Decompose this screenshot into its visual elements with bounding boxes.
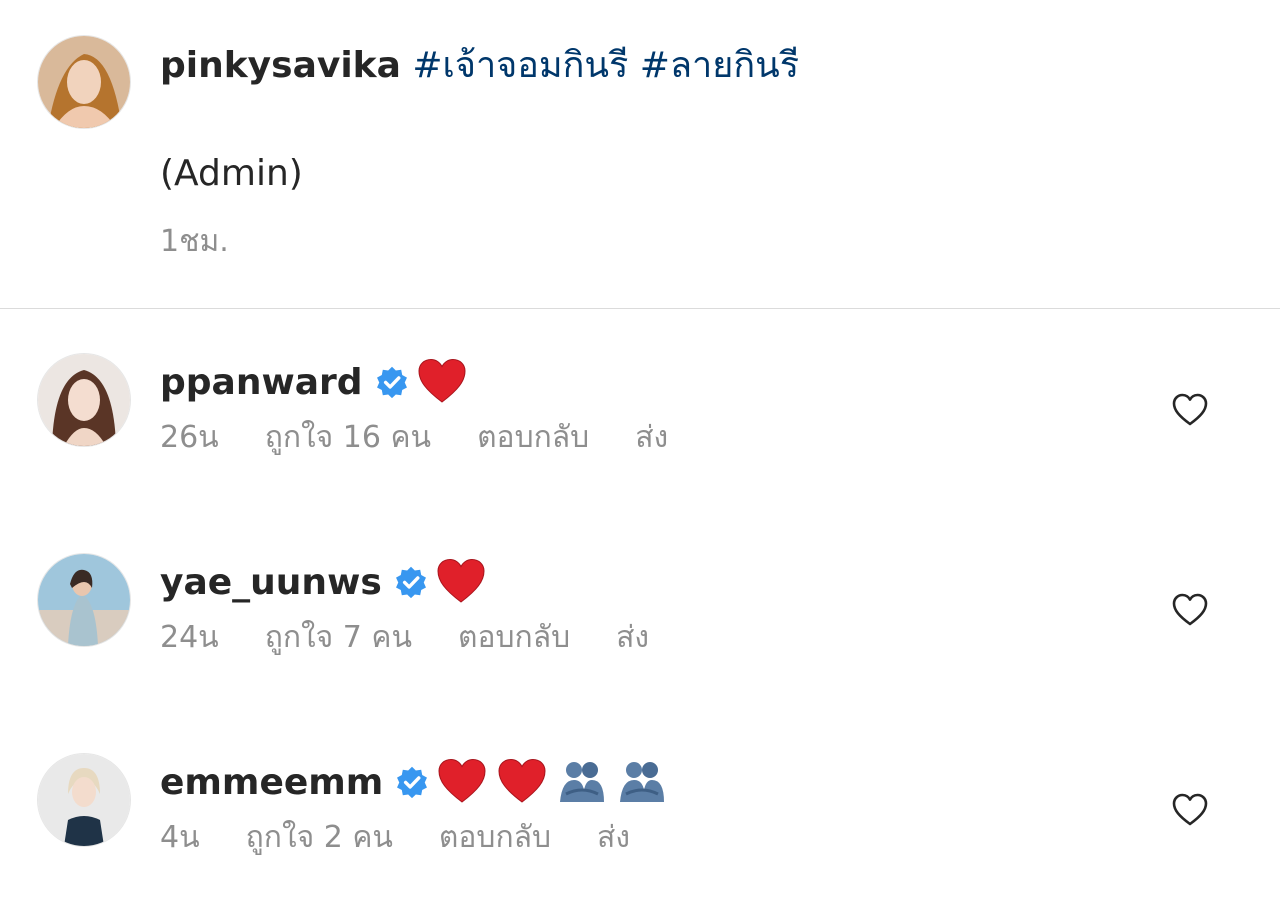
red-heart-emoji-icon [495,755,549,809]
verified-badge-icon [394,565,428,599]
divider [0,308,1280,309]
comment-item: yae_uunws 24น ถูกใจ 7 คน ตอบกลับ ส่ง [0,554,1280,714]
comment-likes-count[interactable]: ถูกใจ 7 คน [265,618,412,658]
commenter-avatar[interactable] [38,554,130,646]
red-heart-emoji-icon [415,355,469,409]
comment-header: emmeemm [160,754,669,810]
red-heart-emoji-icon [435,755,489,809]
comment-meta: 4น ถูกใจ 2 คน ตอบกลับ ส่ง [160,818,630,858]
comment-username[interactable]: yae_uunws [160,562,382,603]
send-button[interactable]: ส่ง [597,818,630,858]
comment-likes-count[interactable]: ถูกใจ 2 คน [246,818,393,858]
verified-badge-icon [375,365,409,399]
hugging-people-emoji-icon [615,755,669,809]
post-author-username[interactable]: pinkysavika [160,45,401,86]
comment-item: ppanward 26น ถูกใจ 16 คน ตอบกลับ ส่ง [0,354,1280,514]
commenter-avatar[interactable] [38,354,130,446]
hugging-people-emoji-icon [555,755,609,809]
comment-item: emmeemm 4น ถูกใจ 2 คน ตอบกลับ ส่ง [0,754,1280,914]
heart-outline-icon[interactable] [1170,790,1210,830]
comment-username[interactable]: emmeemm [160,762,383,803]
comment-meta: 24น ถูกใจ 7 คน ตอบกลับ ส่ง [160,618,649,658]
reply-button[interactable]: ตอบกลับ [477,418,589,458]
comment-header: yae_uunws [160,554,488,610]
comment-username[interactable]: ppanward [160,362,363,403]
heart-outline-icon[interactable] [1170,590,1210,630]
comment-header: ppanward [160,354,469,410]
heart-outline-icon[interactable] [1170,390,1210,430]
reply-button[interactable]: ตอบกลับ [458,618,570,658]
post-timestamp: 1ชม. [160,224,229,259]
comment-meta: 26น ถูกใจ 16 คน ตอบกลับ ส่ง [160,418,668,458]
send-button[interactable]: ส่ง [616,618,649,658]
hashtag-link[interactable]: #เจ้าจอมกินรี [412,45,628,86]
comment-timestamp: 26น [160,420,219,455]
post-author-avatar[interactable] [38,36,130,128]
send-button[interactable]: ส่ง [635,418,668,458]
hashtag-link[interactable]: #ลายกินรี [640,45,799,86]
comment-timestamp: 4น [160,820,200,855]
reply-button[interactable]: ตอบกลับ [439,818,551,858]
comment-timestamp: 24น [160,620,219,655]
post-caption-header: pinkysavika #เจ้าจอมกินรี #ลายกินรี [160,42,799,90]
commenter-avatar[interactable] [38,754,130,846]
post-caption-text: (Admin) [160,153,303,194]
verified-badge-icon [395,765,429,799]
comment-likes-count[interactable]: ถูกใจ 16 คน [265,418,431,458]
red-heart-emoji-icon [434,555,488,609]
